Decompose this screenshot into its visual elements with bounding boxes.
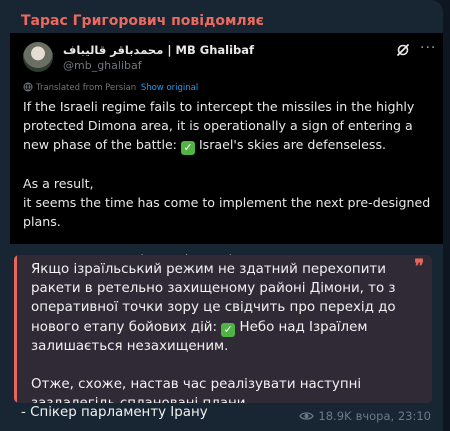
translated-label: Translated from Persian bbox=[36, 83, 137, 93]
message-meta: 18.9K вчора, 23:10 bbox=[299, 409, 431, 423]
check-mark-emoji-icon: ✓ bbox=[221, 322, 236, 337]
translation-notice: Translated from Persian Show original bbox=[23, 82, 198, 93]
eye-icon bbox=[299, 412, 315, 420]
tweet-text: If the Israeli regime fails to intercept… bbox=[23, 97, 433, 269]
more-icon: ··· bbox=[420, 40, 437, 56]
message-bubble: Тарас Григорович повідомляє محمدباقر قال… bbox=[0, 0, 443, 431]
avatar bbox=[23, 42, 53, 72]
quote-bar bbox=[14, 255, 17, 403]
tweet-p3: it seems the time has come to implement … bbox=[23, 195, 431, 229]
view-count: 18.9K bbox=[318, 409, 352, 423]
quote-text: Якщо ізраїльський режим не здатний перех… bbox=[31, 260, 419, 403]
tweet-author-name: محمدباقر قالیباف | MB Ghalibaf bbox=[63, 43, 255, 57]
tweet-p2: As a result, bbox=[23, 176, 94, 191]
grok-icon bbox=[397, 44, 409, 56]
sender-name[interactable]: Тарас Григорович повідомляє bbox=[21, 13, 264, 29]
tweet-p1-after: Israel's skies are defenseless. bbox=[194, 137, 387, 152]
tweet-author-handle: @mb_ghalibaf bbox=[63, 59, 142, 72]
quote-p2: Отже, схоже, настав час реалізувати наст… bbox=[31, 377, 362, 403]
check-mark-emoji-icon: ✓ bbox=[180, 141, 195, 155]
tweet-screenshot[interactable]: محمدباقر قالیباف | MB Ghalibaf @mb_ghali… bbox=[10, 33, 443, 267]
globe-icon bbox=[23, 82, 33, 92]
message-time: вчора, 23:10 bbox=[355, 409, 431, 423]
message-ending: - Спікер парламенту Ірану bbox=[21, 405, 208, 420]
show-original-link: Show original bbox=[140, 83, 199, 93]
blockquote: ❞ Якщо ізраїльський режим не здатний пер… bbox=[14, 255, 432, 403]
